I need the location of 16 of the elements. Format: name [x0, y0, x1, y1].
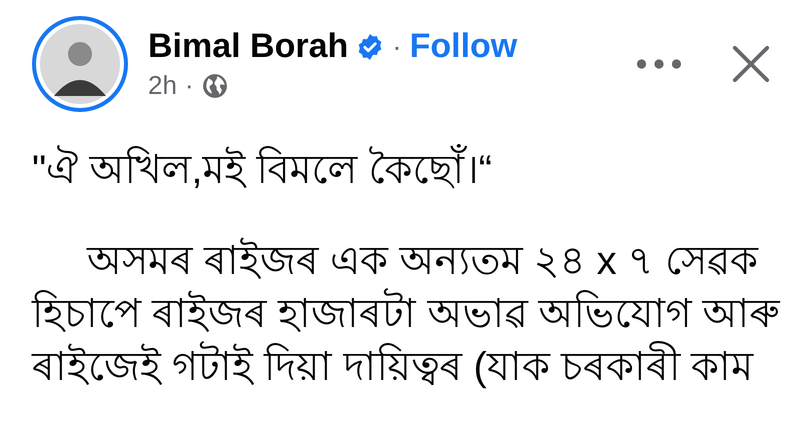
- separator-dot: ·: [184, 70, 194, 101]
- more-options-button[interactable]: [636, 58, 682, 70]
- post-text-line: অসমৰ ৰাইজৰ এক অন্যতম ২৪ x ৭ সেৱক: [86, 236, 760, 285]
- post-text-line: ৰাইজেই গটাই দিয়া দায়িত্বৰ (যাক চৰকাৰী কাম: [32, 341, 800, 394]
- separator-dot: ·: [392, 30, 402, 62]
- profile-avatar[interactable]: [32, 16, 128, 112]
- globe-icon[interactable]: [202, 72, 228, 98]
- post-time: 2h: [148, 70, 177, 101]
- author-name[interactable]: Bimal Borah: [148, 27, 348, 66]
- person-silhouette-icon: [40, 24, 120, 104]
- post-quote: "ঐ অখিল,মই বিমলে কৈছোঁ।“: [32, 138, 800, 205]
- close-icon: [732, 45, 770, 83]
- post-text-line: হিচাপে ৰাইজৰ হাজাৰটা অভাৱ অভিযোগ আৰু: [32, 288, 800, 341]
- more-dots-icon: [636, 58, 682, 70]
- close-button[interactable]: [732, 45, 770, 83]
- follow-link[interactable]: Follow: [410, 27, 518, 66]
